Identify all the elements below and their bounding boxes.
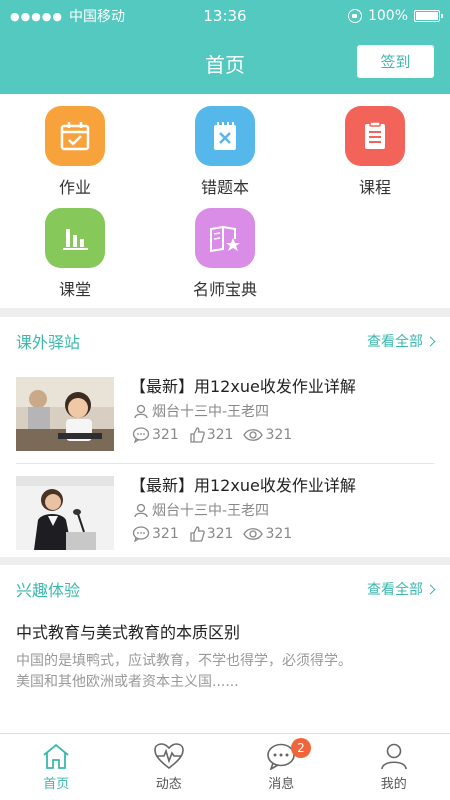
article-item[interactable]: 【最新】用12xue收发作业详解 烟台十三中-王老四 321 321 321 (16, 365, 434, 463)
tab-messages[interactable]: 消息 2 (225, 734, 338, 800)
tab-home[interactable]: 首页 (0, 734, 113, 800)
user-icon (380, 743, 407, 770)
view-all-link[interactable]: 查看全部 (367, 331, 436, 351)
grid-item-label: 名师宝典 (192, 280, 257, 299)
tab-bar: 首页 动态 消息 2 我的 (0, 733, 450, 800)
comment-icon (132, 526, 150, 542)
grid-item-mistakes[interactable]: 错题本 (150, 106, 300, 198)
like-count: 321 (206, 427, 234, 443)
tab-profile[interactable]: 我的 (338, 734, 450, 800)
interest-headline[interactable]: 中式教育与美式教育的本质区别 (0, 613, 450, 643)
article-author: 烟台十三中-王老四 (152, 503, 270, 519)
bar-chart-icon (45, 208, 105, 268)
calendar-icon (45, 106, 105, 166)
tab-label: 首页 (43, 777, 70, 792)
grid-item-masters[interactable]: 名师宝典 (150, 208, 300, 300)
home-icon (43, 743, 69, 769)
battery-icon (414, 10, 443, 22)
view-count: 321 (265, 526, 293, 542)
page-title: 首页 (205, 52, 245, 77)
thumbs-up-icon (190, 427, 205, 443)
article-title: 【最新】用12xue收发作业详解 (130, 476, 356, 495)
tab-label: 消息 (268, 777, 295, 792)
grid-item-homework[interactable]: 作业 (0, 106, 150, 198)
clock: 13:36 (203, 7, 247, 25)
heartbeat-icon (153, 743, 184, 770)
view-all-label: 查看全部 (367, 582, 423, 598)
comment-count: 321 (152, 427, 179, 443)
view-count: 321 (265, 427, 293, 443)
thumbs-up-icon (190, 526, 205, 542)
section-title: 课外驿站 (16, 333, 81, 352)
like-count: 321 (206, 526, 234, 542)
person-icon (134, 503, 148, 517)
grid-item-classroom[interactable]: 课堂 (0, 208, 150, 300)
interest-section: 兴趣体验 查看全部 中式教育与美式教育的本质区别 中国的是填鸭式，应试教育，不学… (0, 565, 450, 733)
notepad-icon (195, 106, 255, 166)
rotation-lock-icon (347, 9, 362, 23)
checkin-button[interactable]: 签到 (357, 45, 434, 78)
chevron-right-icon (425, 336, 436, 346)
view-all-link[interactable]: 查看全部 (367, 579, 436, 599)
grid-item-courses[interactable]: 课程 (300, 106, 450, 198)
list-icon (345, 106, 405, 166)
comment-icon (132, 427, 150, 443)
eye-icon (243, 429, 264, 441)
article-thumbnail (16, 476, 114, 550)
tab-label: 动态 (155, 777, 182, 792)
chevron-right-icon (425, 584, 436, 594)
tab-label: 我的 (380, 777, 407, 792)
eye-icon (243, 528, 264, 540)
book-star-icon (195, 208, 255, 268)
comment-count: 321 (152, 526, 179, 542)
status-bar: ●●●●● 中国移动 13:36 100% (0, 0, 450, 32)
article-thumbnail (16, 377, 114, 451)
unread-badge: 2 (291, 738, 311, 758)
article-title: 【最新】用12xue收发作业详解 (130, 377, 356, 396)
nav-bar: 首页 签到 (0, 32, 450, 94)
article-author: 烟台十三中-王老四 (152, 404, 270, 420)
article-item[interactable]: 【最新】用12xue收发作业详解 烟台十三中-王老四 321 321 321 (16, 463, 434, 561)
excerpt-line: 中国的是填鸭式，应试教育，不学也得学，必须得学。 (16, 653, 352, 669)
grid-item-label: 作业 (58, 178, 91, 197)
tab-activity[interactable]: 动态 (113, 734, 226, 800)
person-icon (134, 404, 148, 418)
excerpt-line: 美国和其他欧洲或者资本主义国...... (16, 674, 239, 690)
grid-item-label: 课堂 (58, 280, 91, 299)
interest-excerpt: 中国的是填鸭式，应试教育，不学也得学，必须得学。 美国和其他欧洲或者资本主义国.… (0, 643, 450, 693)
grid-item-label: 错题本 (200, 178, 249, 197)
grid-item-label: 课程 (358, 178, 391, 197)
section-title: 兴趣体验 (16, 581, 81, 600)
feature-grid: 作业 错题本 课程 课堂 名师宝典 (0, 94, 450, 308)
header: ●●●●● 中国移动 13:36 100% 首页 签到 (0, 0, 450, 94)
view-all-label: 查看全部 (367, 334, 423, 350)
outside-class-section: 课外驿站 查看全部 【最新】用12xue收发作业详解 烟台十三中-王老四 321 (0, 317, 450, 557)
